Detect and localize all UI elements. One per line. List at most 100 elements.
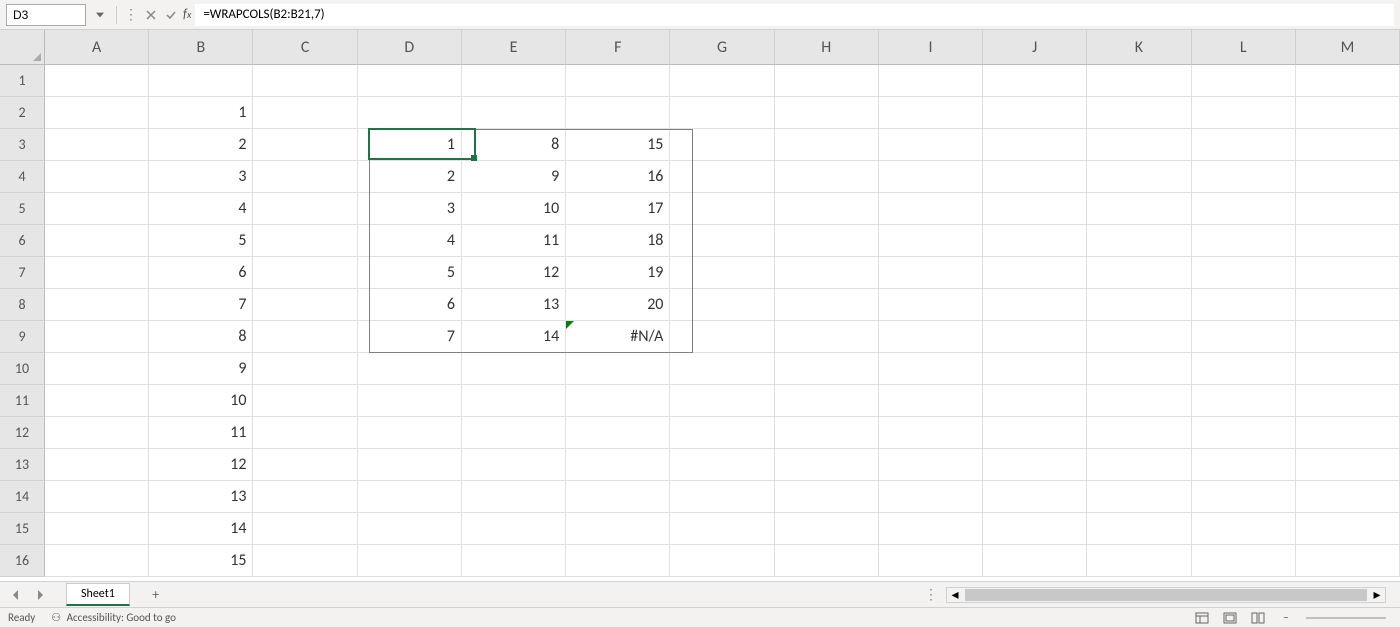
- cell-A7[interactable]: [45, 257, 149, 289]
- cell-D14[interactable]: [358, 481, 462, 513]
- cell-H2[interactable]: [775, 97, 879, 129]
- cell-F10[interactable]: [566, 353, 670, 385]
- cell-J14[interactable]: [983, 481, 1087, 513]
- cell-D8[interactable]: 6: [358, 289, 462, 321]
- cell-H3[interactable]: [775, 129, 879, 161]
- col-header[interactable]: H: [775, 30, 879, 65]
- cell-D11[interactable]: [358, 385, 462, 417]
- cell-F3[interactable]: 15: [566, 129, 670, 161]
- cell-E12[interactable]: [462, 417, 566, 449]
- cell-L2[interactable]: [1192, 97, 1296, 129]
- cell-G16[interactable]: [670, 545, 774, 577]
- cell-D16[interactable]: [358, 545, 462, 577]
- col-header[interactable]: I: [879, 30, 983, 65]
- cell-J11[interactable]: [983, 385, 1087, 417]
- cell-M2[interactable]: [1296, 97, 1400, 129]
- cell-H6[interactable]: [775, 225, 879, 257]
- cell-A11[interactable]: [45, 385, 149, 417]
- cell-C4[interactable]: [253, 161, 357, 193]
- col-header[interactable]: E: [462, 30, 566, 65]
- cell-B4[interactable]: 3: [149, 161, 253, 193]
- cell-L14[interactable]: [1192, 481, 1296, 513]
- cell-J6[interactable]: [983, 225, 1087, 257]
- cell-A16[interactable]: [45, 545, 149, 577]
- cell-I1[interactable]: [879, 65, 983, 97]
- cell-J15[interactable]: [983, 513, 1087, 545]
- cell-I16[interactable]: [879, 545, 983, 577]
- cell-H15[interactable]: [775, 513, 879, 545]
- cell-A15[interactable]: [45, 513, 149, 545]
- cell-C9[interactable]: [253, 321, 357, 353]
- cell-G7[interactable]: [670, 257, 774, 289]
- next-sheet-button[interactable]: [28, 585, 52, 605]
- tabs-more-icon[interactable]: ⋮: [916, 586, 946, 603]
- row-header[interactable]: 5: [0, 193, 45, 225]
- cell-K14[interactable]: [1087, 481, 1191, 513]
- cell-I3[interactable]: [879, 129, 983, 161]
- cell-G2[interactable]: [670, 97, 774, 129]
- cell-B2[interactable]: 1: [149, 97, 253, 129]
- cell-I13[interactable]: [879, 449, 983, 481]
- horizontal-scrollbar[interactable]: ◂ ▸: [946, 587, 1386, 603]
- cell-L15[interactable]: [1192, 513, 1296, 545]
- cell-C10[interactable]: [253, 353, 357, 385]
- cell-C1[interactable]: [253, 65, 357, 97]
- cell-D1[interactable]: [358, 65, 462, 97]
- cell-A5[interactable]: [45, 193, 149, 225]
- cell-E11[interactable]: [462, 385, 566, 417]
- cell-J13[interactable]: [983, 449, 1087, 481]
- cell-L7[interactable]: [1192, 257, 1296, 289]
- cell-A4[interactable]: [45, 161, 149, 193]
- col-header[interactable]: D: [358, 30, 462, 65]
- cell-K8[interactable]: [1087, 289, 1191, 321]
- cell-I5[interactable]: [879, 193, 983, 225]
- row-header[interactable]: 15: [0, 513, 45, 545]
- cell-E9[interactable]: 14: [462, 321, 566, 353]
- enter-icon[interactable]: [161, 4, 181, 26]
- cell-L13[interactable]: [1192, 449, 1296, 481]
- cell-E4[interactable]: 9: [462, 161, 566, 193]
- cell-G1[interactable]: [670, 65, 774, 97]
- scroll-thumb[interactable]: [965, 589, 1367, 601]
- cell-M10[interactable]: [1296, 353, 1400, 385]
- cell-C14[interactable]: [253, 481, 357, 513]
- col-header[interactable]: L: [1192, 30, 1296, 65]
- cell-D10[interactable]: [358, 353, 462, 385]
- row-header[interactable]: 14: [0, 481, 45, 513]
- cell-J3[interactable]: [983, 129, 1087, 161]
- cell-K10[interactable]: [1087, 353, 1191, 385]
- error-indicator-icon[interactable]: [566, 321, 574, 329]
- cell-L3[interactable]: [1192, 129, 1296, 161]
- cell-G14[interactable]: [670, 481, 774, 513]
- name-box-dropdown[interactable]: [92, 4, 108, 26]
- cell-D12[interactable]: [358, 417, 462, 449]
- row-header[interactable]: 2: [0, 97, 45, 129]
- cell-H8[interactable]: [775, 289, 879, 321]
- cell-M15[interactable]: [1296, 513, 1400, 545]
- zoom-slider[interactable]: [1306, 617, 1386, 619]
- cell-C6[interactable]: [253, 225, 357, 257]
- cell-F9[interactable]: #N/A: [566, 321, 670, 353]
- col-header[interactable]: K: [1087, 30, 1191, 65]
- cell-K4[interactable]: [1087, 161, 1191, 193]
- cell-E2[interactable]: [462, 97, 566, 129]
- cell-D4[interactable]: 2: [358, 161, 462, 193]
- cell-H13[interactable]: [775, 449, 879, 481]
- row-header[interactable]: 1: [0, 65, 45, 97]
- cell-E6[interactable]: 11: [462, 225, 566, 257]
- cell-G13[interactable]: [670, 449, 774, 481]
- cell-E16[interactable]: [462, 545, 566, 577]
- col-header[interactable]: A: [45, 30, 149, 65]
- page-break-view-button[interactable]: [1246, 610, 1270, 626]
- cell-G12[interactable]: [670, 417, 774, 449]
- row-header[interactable]: 3: [0, 129, 45, 161]
- cell-L10[interactable]: [1192, 353, 1296, 385]
- cell-B1[interactable]: [149, 65, 253, 97]
- row-header[interactable]: 12: [0, 417, 45, 449]
- cell-F16[interactable]: [566, 545, 670, 577]
- cell-J5[interactable]: [983, 193, 1087, 225]
- cell-M7[interactable]: [1296, 257, 1400, 289]
- insert-function-button[interactable]: fx: [183, 7, 191, 22]
- row-header[interactable]: 6: [0, 225, 45, 257]
- cell-L8[interactable]: [1192, 289, 1296, 321]
